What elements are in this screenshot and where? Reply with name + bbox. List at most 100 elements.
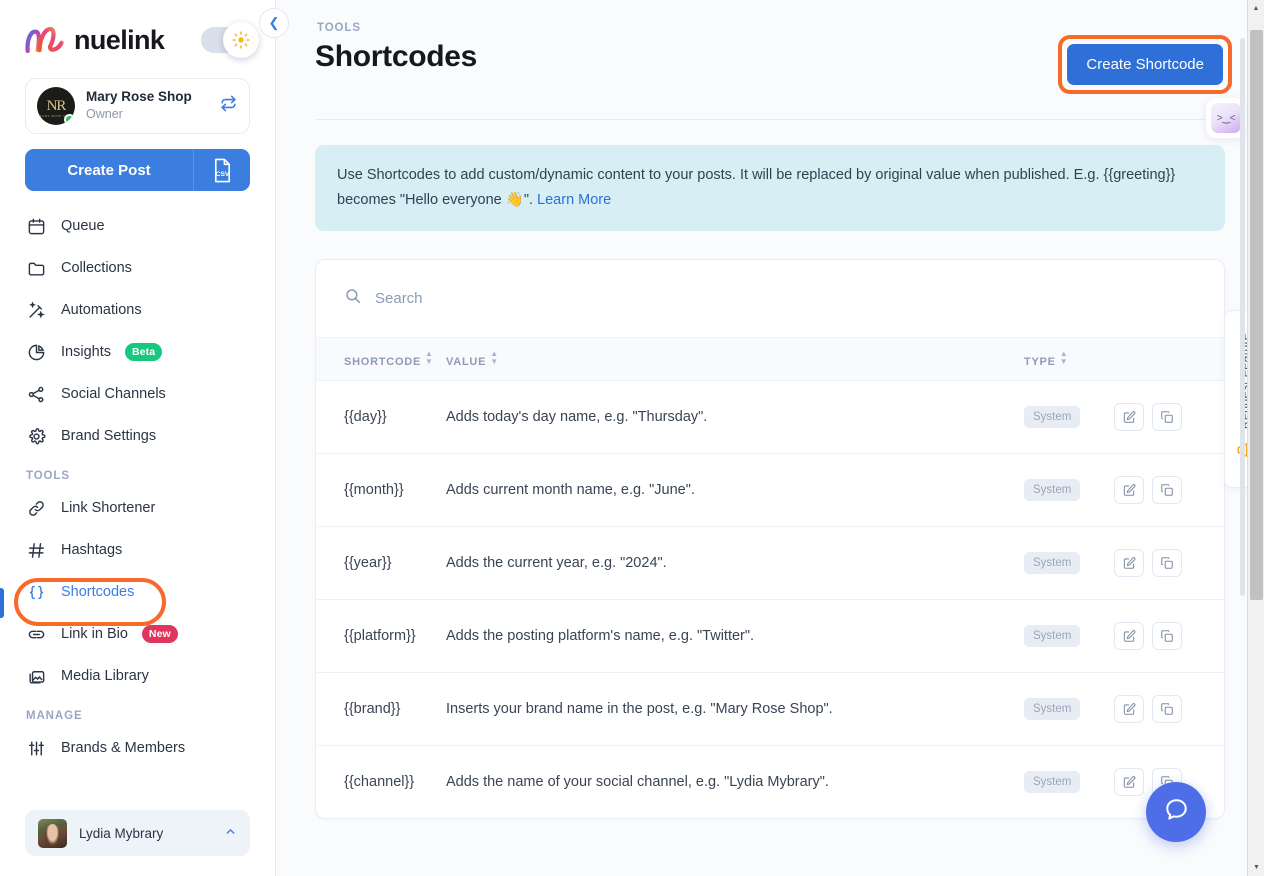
sort-icon: ▲ ▼ <box>1059 348 1069 366</box>
chevron-left-icon: ❮ <box>268 15 280 30</box>
table-row[interactable]: {{year}} Adds the current year, e.g. "20… <box>316 526 1224 600</box>
copy-icon[interactable] <box>1152 548 1183 577</box>
sidebar-item-queue[interactable]: Queue <box>16 205 259 247</box>
copy-icon[interactable] <box>1152 402 1183 431</box>
sort-icon: ▲ ▼ <box>425 348 434 366</box>
search-row <box>316 260 1224 337</box>
cell-value: Adds the name of your social channel, e.… <box>446 773 829 790</box>
window-scrollbar[interactable]: ▲ ▼ <box>1247 0 1264 876</box>
column-header-shortcode[interactable]: SHORTCODE▲ ▼ <box>316 336 446 381</box>
theme-toggle[interactable] <box>201 22 259 58</box>
folder-icon <box>26 258 47 279</box>
cell-shortcode: {{day}} <box>316 380 446 454</box>
column-header-value[interactable]: VALUE▲ ▼ <box>446 336 1024 381</box>
copy-icon[interactable] <box>1152 621 1183 650</box>
swap-icon[interactable] <box>219 94 238 118</box>
create-shortcode-button[interactable]: Create Shortcode <box>1067 44 1223 85</box>
sidebar-item-label: Link Shortener <box>61 500 156 516</box>
sidebar-item-link-in-bio[interactable]: Link in Bio New <box>16 613 259 655</box>
edit-icon[interactable] <box>1114 621 1145 650</box>
status-badge: System <box>1024 405 1081 428</box>
brand-avatar: NR MARY ROSE SHOP <box>37 87 75 125</box>
sidebar-item-hashtags[interactable]: Hashtags <box>16 529 259 571</box>
cell-type-actions: System <box>1024 599 1224 673</box>
csv-file-icon[interactable]: CSV <box>194 149 250 191</box>
status-badge: System <box>1024 551 1081 574</box>
scroll-down-arrow-icon[interactable]: ▼ <box>1248 859 1264 876</box>
sidebar-item-media-library[interactable]: Media Library <box>16 655 259 697</box>
nuelink-logo-icon <box>24 23 68 57</box>
edit-icon[interactable] <box>1114 767 1145 796</box>
svg-text:CSV: CSV <box>215 171 229 178</box>
cell-value: Inserts your brand name in the post, e.g… <box>446 672 1024 746</box>
sidebar-item-link-shortener[interactable]: Link Shortener <box>16 487 259 529</box>
sidebar-item-collections[interactable]: Collections <box>16 247 259 289</box>
sidebar: nuelink ❮ NR MARY ROSE SHOP Mary Rose Sh… <box>0 0 289 876</box>
sidebar-item-label: Collections <box>61 260 132 276</box>
cell-value: Adds today's day name, e.g. "Thursday". <box>446 380 1024 454</box>
copy-icon[interactable] <box>1152 694 1183 723</box>
status-badge: System <box>1024 478 1081 501</box>
column-header-type[interactable]: TYPE▲ ▼ <box>1024 336 1224 381</box>
table-row[interactable]: {{month}} Adds current month name, e.g. … <box>316 453 1224 527</box>
sidebar-item-label: Insights <box>61 344 111 360</box>
edit-icon[interactable] <box>1114 402 1145 431</box>
brand-name: Mary Rose Shop <box>86 89 192 105</box>
content-column: TOOLS Shortcodes Create Shortcode Use Sh… <box>315 0 1232 819</box>
user-menu[interactable]: Lydia Mybrary <box>25 810 250 856</box>
inner-scrollbar-thumb[interactable] <box>1240 38 1245 596</box>
sidebar-item-social-channels[interactable]: Social Channels <box>16 373 259 415</box>
kawaii-face-icon: >‿< <box>1211 103 1241 133</box>
cell-shortcode: {{year}} <box>316 526 446 600</box>
cell-shortcode: {{month}} <box>316 453 446 527</box>
breadcrumb: TOOLS <box>317 22 361 34</box>
copy-icon[interactable] <box>1152 475 1183 504</box>
edit-icon[interactable] <box>1114 694 1145 723</box>
create-post-row: Create Post CSV <box>25 149 250 191</box>
scroll-up-arrow-icon[interactable]: ▲ <box>1248 0 1264 17</box>
main-content: TOOLS Shortcodes Create Shortcode Use Sh… <box>276 0 1264 876</box>
sidebar-item-label: Brands & Members <box>61 740 186 756</box>
sidebar-nav: Queue Collections Automations Insights B… <box>0 205 275 810</box>
sidebar-item-label: Brand Settings <box>61 428 157 444</box>
sidebar-item-insights[interactable]: Insights Beta <box>16 331 259 373</box>
table-row[interactable]: {{brand}} Inserts your brand name in the… <box>316 672 1224 746</box>
status-badge: System <box>1024 770 1081 793</box>
waving-hand-emoji: 👋 <box>505 191 524 208</box>
sidebar-item-label: Media Library <box>61 668 149 684</box>
sliders-icon <box>26 738 47 759</box>
table-row[interactable]: {{day}} Adds today's day name, e.g. "Thu… <box>316 380 1224 454</box>
sidebar-collapse-button[interactable]: ❮ <box>259 8 289 38</box>
create-shortcode-wrap: Create Shortcode <box>1058 35 1232 94</box>
help-chat-button[interactable] <box>1146 782 1206 842</box>
search-icon <box>344 287 362 310</box>
learn-more-link[interactable]: Learn More <box>537 192 611 208</box>
gear-icon <box>26 426 47 447</box>
edit-icon[interactable] <box>1114 475 1145 504</box>
sidebar-item-brand-settings[interactable]: Brand Settings <box>16 415 259 457</box>
scrollbar-thumb[interactable] <box>1250 30 1263 600</box>
page-header: Shortcodes Create Shortcode <box>315 35 1232 94</box>
info-banner: Use Shortcodes to add custom/dynamic con… <box>315 145 1225 231</box>
sidebar-item-shortcodes[interactable]: Shortcodes <box>16 571 259 613</box>
column-label: SHORTCODE <box>344 355 422 368</box>
table-row[interactable]: {{channel}} Adds the name of your social… <box>316 745 1224 818</box>
cell-value: Adds the posting platform's name, e.g. "… <box>446 599 1024 673</box>
info-banner-text-1: Use Shortcodes to add custom/dynamic con… <box>337 167 1176 208</box>
chain-link-icon <box>26 624 47 645</box>
table-body: {{day}} Adds today's day name, e.g. "Thu… <box>316 380 1224 818</box>
sidebar-item-label: Automations <box>61 302 142 318</box>
magic-wand-icon <box>26 300 47 321</box>
edit-icon[interactable] <box>1114 548 1145 577</box>
chevron-up-icon <box>224 825 237 841</box>
cell-type-actions: System <box>1024 453 1224 527</box>
create-post-button[interactable]: Create Post <box>25 149 194 191</box>
search-input[interactable] <box>375 289 775 307</box>
sidebar-item-automations[interactable]: Automations <box>16 289 259 331</box>
hash-icon <box>26 540 47 561</box>
curly-braces-icon <box>26 582 47 603</box>
chat-bubble-icon <box>1163 796 1190 828</box>
brand-switcher-card[interactable]: NR MARY ROSE SHOP Mary Rose Shop Owner <box>25 78 250 134</box>
sidebar-item-brands-members[interactable]: Brands & Members <box>16 727 259 769</box>
table-row[interactable]: {{platform}} Adds the posting platform's… <box>316 599 1224 673</box>
